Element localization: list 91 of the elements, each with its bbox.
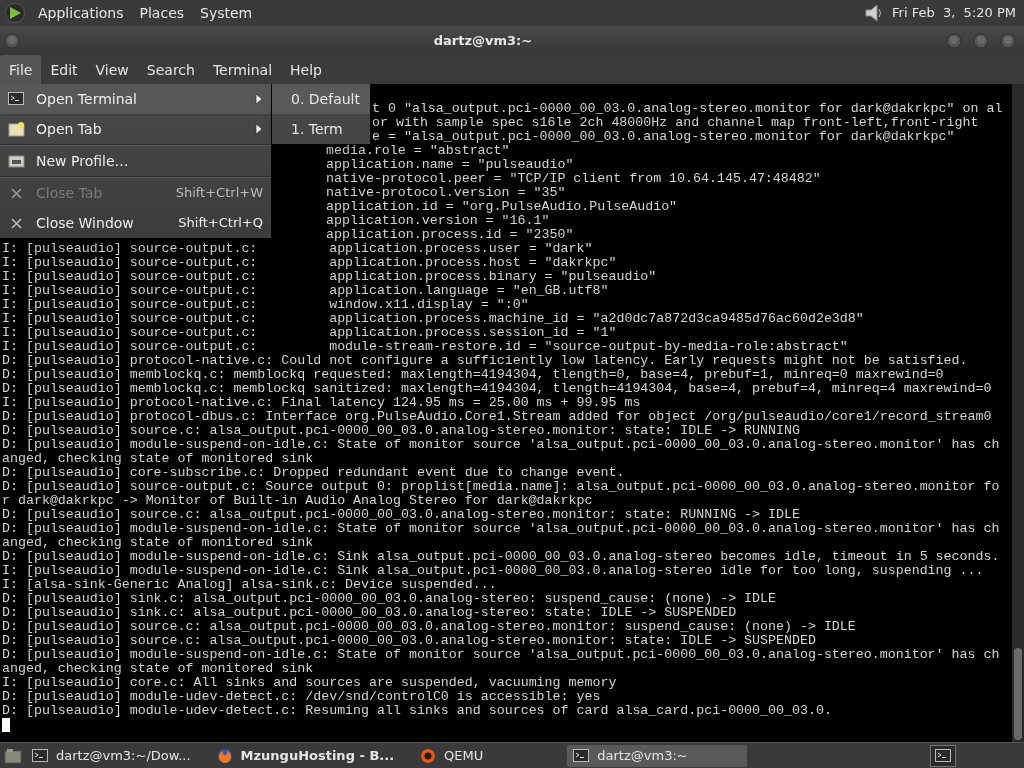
terminal-line: D: [pulseaudio] module-suspend-on-idle.c: Sink alsa_output.pci-0000_00_03.0.analog-stereo becomes idle, timeout in 5 seconds. <box>2 549 1000 564</box>
workspace-switcher[interactable] <box>930 744 956 767</box>
scrollbar-thumb[interactable] <box>1014 648 1022 740</box>
menu-item[interactable]: Search <box>137 55 204 84</box>
terminal-line: r dark@dakrkpc -> Monitor of Built-in Audio Analog Stereo for dark@dakrkpc <box>2 493 593 508</box>
menu-entry[interactable]: 0. Default <box>272 84 370 114</box>
terminal-line: application.name = "pulseaudio" <box>326 157 574 172</box>
menu-entry[interactable]: 1. Term <box>272 114 370 144</box>
panel-menu[interactable]: System <box>196 2 257 24</box>
taskbar-button[interactable]: MzunguHosting - B... <box>210 744 411 767</box>
terminal-line: anged, checking state of monitored sink <box>2 451 314 466</box>
taskbar-button[interactable]: dartz@vm3:~ <box>567 744 748 767</box>
menu-label: Open Tab <box>36 119 103 139</box>
menu-label: Open Terminal <box>36 89 138 109</box>
terminal-line: D: [pulseaudio] source.c: alsa_output.pci-0000_00_03.0.analog-stereo.monitor: state: IDLE -> RUNNING <box>2 423 800 438</box>
terminal-line: anged, checking state of monitored sink <box>2 535 314 550</box>
menu-entry[interactable]: Open Terminal <box>0 84 271 114</box>
terminal-line: native-protocol.version = "35" <box>326 185 566 200</box>
terminal-line: I: [pulseaudio] source-output.c: window.x11.display = ":0" <box>2 297 529 312</box>
terminal-line: I: [pulseaudio] protocol-native.c: Final latency 124.95 ms = 25.00 ms + 99.95 ms <box>2 395 641 410</box>
shortcut-label: Shift+Ctrl+W <box>175 184 263 203</box>
taskbar-button[interactable]: QEMU <box>414 744 500 767</box>
terminal-line: D: [pulseaudio] memblockq.c: memblockq sanitized: maxlength=4194304, tlength=4194304, base=4, prebuf=4, minreq=4 maxrewind=0 <box>2 381 992 396</box>
minimize-button[interactable] <box>946 32 962 49</box>
terminal-line: D: [pulseaudio] source-output.c: Source output 0: proplist[media.name]: alsa_output.pci-0000_00_03.0.analog-stereo.monitor fo <box>2 479 1000 494</box>
menu-label: Close Window <box>36 213 135 233</box>
terminal-line: D: [pulseaudio] protocol-native.c: Could not configure a sufficiently low latency. Early requests might not be satisfied. <box>2 353 968 368</box>
logo-icon <box>4 2 26 24</box>
terminal-line: I: [pulseaudio] source-output.c: module-stream-restore.id = "source-output-by-media-role:abstract" <box>2 339 848 354</box>
folder-icon <box>8 120 25 138</box>
shortcut-label: Shift+Ctrl+Q <box>178 214 263 233</box>
emulator-icon <box>420 747 437 764</box>
close-button[interactable] <box>1000 32 1016 49</box>
terminal-line: D: [pulseaudio] source.c: alsa_output.pci-0000_00_03.0.analog-stereo.monitor: suspend_cause: (none) -> IDLE <box>2 619 856 634</box>
terminal-line: native-protocol.peer = "TCP/IP client from 10.64.145.47:48482" <box>326 171 821 186</box>
show-desktop-icon <box>4 747 22 764</box>
terminal-icon <box>573 747 590 764</box>
menu-label: Close Tab <box>36 183 104 203</box>
submenu-arrow-icon <box>255 123 263 135</box>
terminal-line: application.id = "org.PulseAudio.PulseAudio" <box>326 199 678 214</box>
menu-entry[interactable]: Open Tab <box>0 114 271 144</box>
terminal-line: I: [alsa-sink-Generic Analog] alsa-sink.c: Device suspended... <box>2 577 497 592</box>
submenu-arrow-icon <box>255 93 263 105</box>
terminal-icon <box>32 747 48 764</box>
terminal-line: t 0 "alsa_output.pci-0000_00_03.0.analog-stereo.monitor for dark@dakrkpc" on al <box>372 101 1003 116</box>
terminal-line: D: [pulseaudio] protocol-dbus.c: Interface org.PulseAudio.Core1.Stream added for object /org/pulseaudio/core1/record_stream0 <box>2 409 992 424</box>
terminal-line: D: [pulseaudio] module-udev-detect.c: /dev/snd/controlC0 is accessible: yes <box>2 689 601 704</box>
terminal-line: D: [pulseaudio] core-subscribe.c: Dropped redundant event due to change event. <box>2 465 625 480</box>
terminal-line: D: [pulseaudio] sink.c: alsa_output.pci-0000_00_03.0.analog-stereo: state: IDLE -> SUSPENDED <box>2 605 737 620</box>
menu-label: New Profile… <box>36 151 130 171</box>
clock: Fri Feb 3, 5:20 PM <box>892 4 1017 23</box>
menu-entry[interactable]: Close Window Shift+Ctrl+Q <box>0 208 271 238</box>
taskbar-button[interactable]: dartz@vm3:~/Dow... <box>26 744 207 767</box>
terminal-line: I: [pulseaudio] source-output.c: application.process.session_id = "1" <box>2 325 617 340</box>
menu-item[interactable]: Help <box>281 55 331 84</box>
terminal-line: or with sample spec s16le 2ch 48000Hz and channel map front-left,front-right <box>372 115 979 130</box>
terminal-line: application.process.id = "2350" <box>326 227 574 242</box>
window-title: dartz@vm3:~ <box>432 31 534 50</box>
terminal-line: I: [pulseaudio] module-suspend-on-idle.c: Sink alsa_output.pci-0000_00_03.0.analog-stereo idle for too long, suspending ... <box>2 563 984 578</box>
menu-item[interactable]: Terminal <box>203 55 282 84</box>
terminal-line: e = "alsa_output.pci-0000_00_03.0.analog-stereo.monitor for dark@dakrkpc" <box>372 129 955 144</box>
terminal-line: I: [pulseaudio] source-output.c: application.process.user = "dark" <box>2 241 593 256</box>
terminal-line: D: [pulseaudio] source.c: alsa_output.pci-0000_00_03.0.analog-stereo.monitor: state: IDLE -> SUSPENDED <box>2 633 816 648</box>
terminal-line: D: [pulseaudio] module-suspend-on-idle.c: State of monitor source 'alsa_output.pci-0000_00_03.0.analog-stereo.monitor' has ch <box>2 437 1000 452</box>
panel-menu[interactable]: Applications <box>34 2 128 24</box>
terminal-icon <box>8 90 25 108</box>
menu-item[interactable]: File <box>0 55 42 84</box>
terminal-line: I: [pulseaudio] core.c: All sinks and sources are suspended, vacuuming memory <box>2 675 617 690</box>
maximize-button[interactable] <box>973 32 989 49</box>
terminal-line: D: [pulseaudio] module-suspend-on-idle.c: State of monitor source 'alsa_output.pci-0000_00_03.0.analog-stereo.monitor' has ch <box>2 647 1000 662</box>
terminal-line: I: [pulseaudio] source-output.c: application.process.machine_id = "a2d0dc7a872d3ca9485d76ac60d2e3d8" <box>2 311 864 326</box>
terminal-line: I: [pulseaudio] source-output.c: application.language = "en_GB.utf8" <box>2 283 609 298</box>
menu-item[interactable]: Edit <box>41 55 87 84</box>
profile-icon <box>8 152 25 170</box>
scrollbar[interactable] <box>1012 84 1024 742</box>
terminal-line: D: [pulseaudio] module-suspend-on-idle.c: State of monitor source 'alsa_output.pci-0000_00_03.0.analog-stereo.monitor' has ch <box>2 521 1000 536</box>
terminal-line: application.version = "16.1" <box>326 213 550 228</box>
terminal-line: D: [pulseaudio] module-udev-detect.c: Resuming all sinks and sources of card alsa_card.pci-0000_00_03.0. <box>2 703 832 718</box>
terminal-icon <box>935 748 951 763</box>
terminal-line: I: [pulseaudio] source-output.c: application.process.binary = "pulseaudio" <box>2 269 657 284</box>
menu-item[interactable]: View <box>86 55 138 84</box>
terminal-line: D: [pulseaudio] source.c: alsa_output.pci-0000_00_03.0.analog-stereo.monitor: state: RUNNING -> IDLE <box>2 507 800 522</box>
terminal-line: anged, checking state of monitored sink <box>2 661 314 676</box>
browser-icon <box>216 747 233 764</box>
terminal-line: D: [pulseaudio] sink.c: alsa_output.pci-0000_00_03.0.analog-stereo: suspend_cause: (none) -> IDLE <box>2 591 776 606</box>
terminal-line: D: [pulseaudio] memblockq.c: memblockq requested: maxlength=4194304, tlength=0, base=4, prebuf=1, minreq=0 maxrewind=0 <box>2 367 944 382</box>
panel-menu[interactable]: Places <box>135 2 189 24</box>
menu-entry[interactable]: New Profile… <box>0 146 271 176</box>
terminal-line: media.role = "abstract" <box>326 143 510 158</box>
text-cursor <box>2 718 10 732</box>
terminal-line: I: [pulseaudio] source-output.c: application.process.host = "dakrkpc" <box>2 255 617 270</box>
